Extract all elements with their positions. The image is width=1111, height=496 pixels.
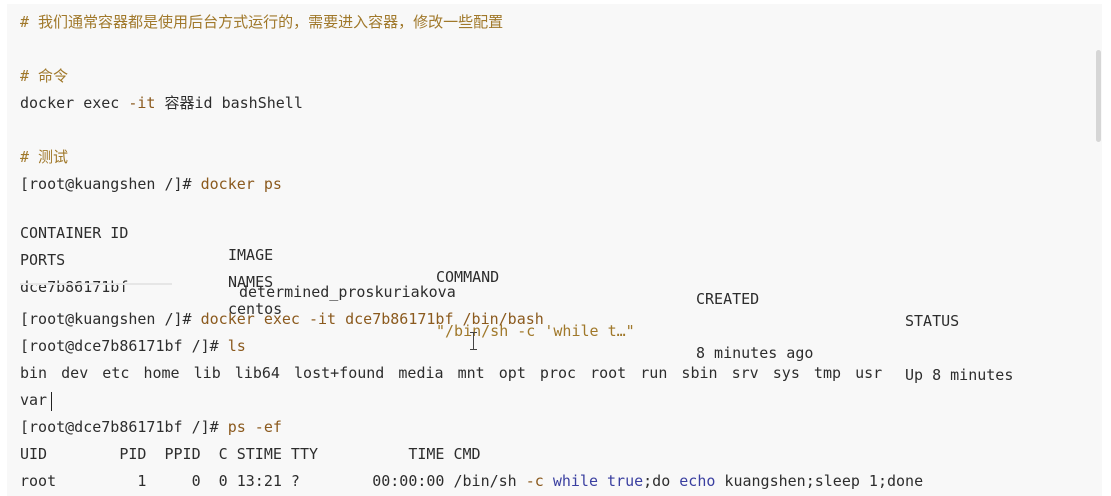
- ps-header: UID PID PPID C STIME TTY TIME CMD: [20, 445, 481, 463]
- shell-command: docker exec -it dce7b86171bf /bin/bash: [200, 310, 544, 328]
- container-id: dce7b86171bf: [20, 278, 129, 296]
- shell-command: docker ps: [200, 175, 282, 193]
- comment-line: # 命令: [20, 67, 69, 85]
- flag-text: -it: [128, 94, 156, 112]
- prompt-line: [root@kuangshen /]# docker ps: [20, 173, 282, 195]
- keyword: true: [607, 472, 644, 490]
- comment-line: # 我们通常容器都是使用后台方式运行的，需要进入容器，修改一些配置: [20, 13, 504, 31]
- container-status: Up 8 minutes: [905, 366, 1014, 384]
- column-header: STATUS: [905, 312, 960, 330]
- shell-command: ps -ef: [227, 418, 282, 436]
- ibeam-cursor-icon: [470, 332, 478, 350]
- prompt-line: [root@dce7b86171bf /]# ls: [20, 335, 246, 357]
- column-header: CREATED: [696, 290, 760, 308]
- docker-ps-header: CONTAINER ID IMAGE COMMAND CREATED STATU…: [20, 200, 1090, 330]
- prompt-line: [root@kuangshen /]# docker exec -it dce7…: [20, 308, 544, 330]
- command-text: docker exec: [20, 94, 129, 112]
- scrollbar[interactable]: [1094, 4, 1102, 496]
- keyword: while: [552, 472, 598, 490]
- shell-prompt: [root@kuangshen /]#: [20, 310, 201, 328]
- ls-output: bin dev etc home lib lib64 lost+found me…: [20, 364, 883, 382]
- command-args: 容器id bashShell: [155, 94, 303, 112]
- prompt-line: [root@dce7b86171bf /]# ps -ef: [20, 416, 282, 438]
- container-names: determined_proskuriakova: [239, 283, 456, 301]
- shell-command: ls: [227, 337, 246, 355]
- created-time: 8 minutes ago: [696, 344, 814, 362]
- shell-prompt: [root@dce7b86171bf /]#: [20, 337, 228, 355]
- ps-row-text: root 1 0 0 13:21 ? 00:00:00 /bin/sh: [20, 472, 526, 490]
- scrollbar-thumb[interactable]: [1096, 50, 1101, 142]
- command-syntax-line: docker exec -it 容器id bashShell: [20, 92, 303, 114]
- flag-text: -c: [525, 472, 544, 490]
- ps-row: root 1 0 0 13:21 ? 00:00:00 /bin/sh -c w…: [20, 470, 923, 492]
- shell-prompt: [root@dce7b86171bf /]#: [20, 418, 228, 436]
- docker-ps-header-2: PORTS NAMES: [20, 227, 1090, 291]
- keyword: echo: [679, 472, 716, 490]
- docker-ps-row: dce7b86171bf centos "/bin/sh -c 'while t…: [20, 254, 1090, 384]
- ps-row-text: kuangshen;sleep 1;done: [715, 472, 924, 490]
- text-caret: [51, 392, 52, 411]
- shell-prompt: [root@kuangshen /]#: [20, 175, 201, 193]
- ps-row-text: ;do: [643, 472, 680, 490]
- comment-line: # 测试: [20, 148, 69, 166]
- ls-output-wrap: var: [20, 391, 48, 409]
- selection-underline: [20, 283, 172, 285]
- code-block[interactable]: # 我们通常容器都是使用后台方式运行的，需要进入容器，修改一些配置 # 命令 d…: [7, 4, 1102, 496]
